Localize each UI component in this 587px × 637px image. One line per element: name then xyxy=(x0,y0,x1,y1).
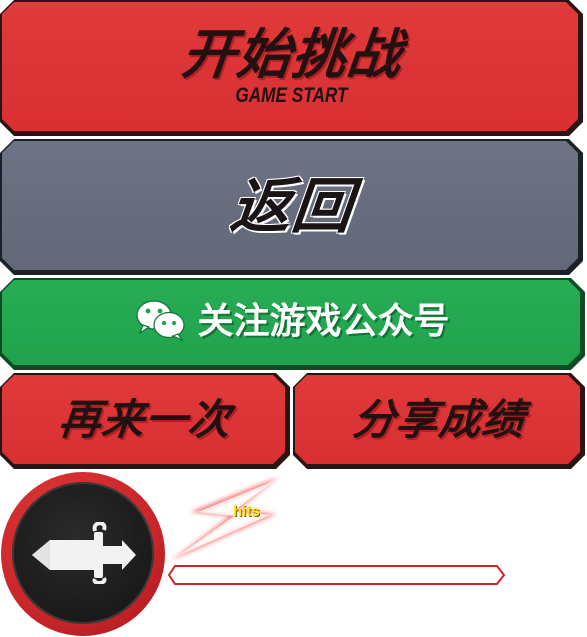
retry-label: 再来一次 xyxy=(56,395,234,444)
start-game-label: 开始挑战 xyxy=(178,23,405,86)
lightning-icon xyxy=(168,474,280,568)
back-button[interactable]: 返回 xyxy=(0,139,583,275)
follow-wechat-content: 关注游戏公众号 xyxy=(135,298,449,346)
start-game-sublabel: GAME START xyxy=(235,84,348,107)
follow-wechat-button[interactable]: 关注游戏公众号 xyxy=(0,278,585,370)
hits-label: hits xyxy=(233,503,260,520)
sword-icon xyxy=(20,520,140,588)
wechat-icon xyxy=(135,298,187,346)
start-game-button[interactable]: 开始挑战 GAME START xyxy=(0,0,583,136)
back-label: 返回 xyxy=(226,172,357,242)
retry-button[interactable]: 再来一次 xyxy=(0,373,290,469)
weapon-button[interactable] xyxy=(1,472,165,636)
hits-progress-bar xyxy=(167,565,506,591)
share-score-label: 分享成绩 xyxy=(350,395,528,444)
share-score-button[interactable]: 分享成绩 xyxy=(293,373,585,469)
follow-wechat-label: 关注游戏公众号 xyxy=(197,301,450,342)
